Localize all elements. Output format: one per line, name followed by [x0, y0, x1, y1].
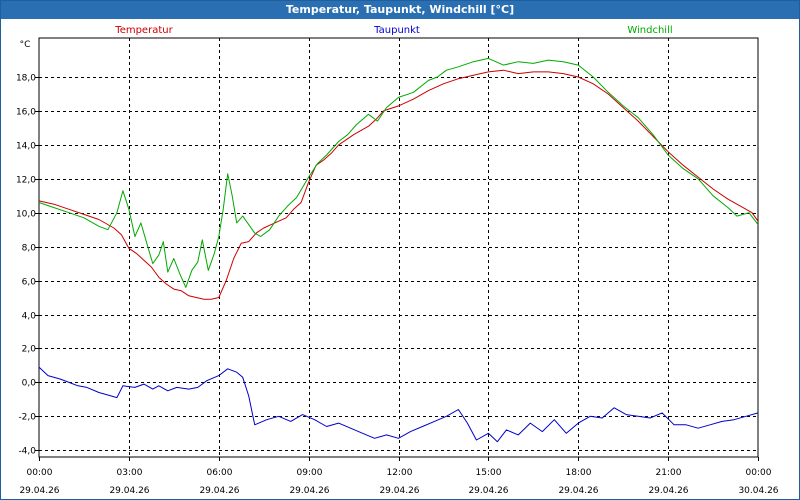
x-tick-label-time: 00:00: [27, 468, 53, 478]
x-tick-label-time: 09:00: [297, 468, 323, 478]
y-tick-label: 8,0: [22, 244, 37, 254]
x-tick-label-date: 29.04.26: [379, 486, 419, 496]
y-unit-label: °C: [20, 40, 31, 50]
x-tick-label-time: 18:00: [566, 468, 592, 478]
chart-canvas: -4,0 -2,0 0,0 2,0 4,0 6,0 8,0 10,0 12,0 14,0 16,0 1…: [16, 25, 779, 496]
x-tick-label-date: 29.04.26: [648, 486, 688, 496]
y-tick-label: 14,0: [16, 142, 36, 152]
y-tick-label: 10,0: [16, 210, 36, 220]
legend-taupunkt: Taupunkt: [373, 25, 420, 36]
x-tick-label-time: 15:00: [476, 468, 502, 478]
x-tick-label-date: 29.04.26: [289, 486, 329, 496]
y-tick-label: 16,0: [16, 108, 36, 118]
y-tick-label: 0,0: [22, 379, 37, 389]
y-tick-label: 6,0: [22, 278, 37, 288]
legend-temperatur: Temperatur: [114, 25, 173, 36]
x-tick-label-date: 29.04.26: [558, 486, 598, 496]
y-tick-label: 2,0: [22, 345, 37, 355]
x-tick-label-date: 29.04.26: [109, 486, 149, 496]
x-tick-label-date: 29.04.26: [199, 486, 239, 496]
x-tick-label-date: 29.04.26: [19, 486, 59, 496]
plot-area: [38, 37, 759, 458]
y-tick-label: 12,0: [16, 176, 36, 186]
y-tick-label: -2,0: [18, 413, 36, 423]
x-tick-label-time: 12:00: [387, 468, 413, 478]
y-tick-label: 18,0: [16, 74, 36, 84]
legend-windchill: Windchill: [627, 25, 672, 36]
x-tick-label-date: 30.04.26: [738, 486, 778, 496]
x-tick-label-date: 29.04.26: [468, 486, 508, 496]
x-tick-label-time: 21:00: [656, 468, 682, 478]
x-tick-label-time: 00:00: [746, 468, 772, 478]
x-tick-label-time: 06:00: [207, 468, 233, 478]
x-tick-label-time: 03:00: [117, 468, 143, 478]
y-tick-label: -4,0: [18, 447, 36, 457]
y-tick-label: 4,0: [22, 312, 37, 322]
